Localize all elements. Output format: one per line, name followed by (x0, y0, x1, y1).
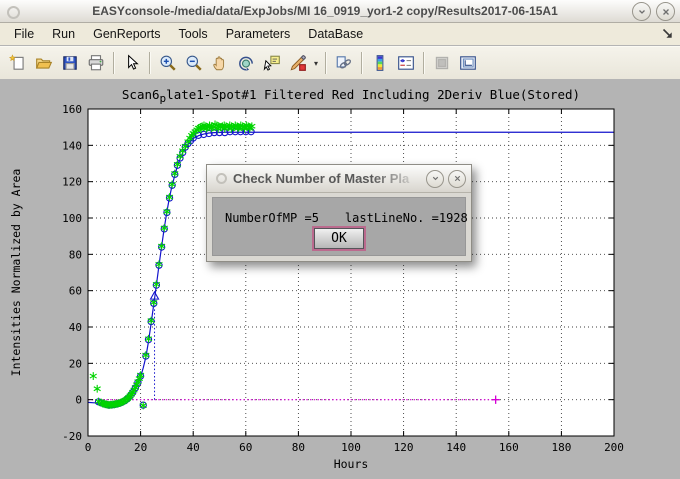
zoom-out-icon (185, 54, 203, 72)
menu-item-run[interactable]: Run (43, 24, 84, 44)
pointer-arrow-button[interactable] (119, 50, 145, 76)
toolbar-separator (423, 52, 425, 74)
colorbar-icon (371, 54, 389, 72)
svg-text:0: 0 (85, 441, 92, 454)
link-plots-icon (335, 54, 353, 72)
save-floppy-icon (61, 54, 79, 72)
titlebar[interactable]: EASYconsole-/media/data/ExpJobs/MI 16_09… (0, 0, 680, 23)
numberofmp-value: NumberOfMP =5 (225, 211, 319, 225)
svg-text:60: 60 (69, 285, 82, 298)
brush-icon (289, 54, 307, 72)
dialog-close-button[interactable] (448, 170, 466, 188)
toolbar-separator (361, 52, 363, 74)
zoom-in-button[interactable] (155, 50, 181, 76)
plottools-off-icon (433, 54, 451, 72)
legend-button[interactable] (393, 50, 419, 76)
link-plots-button[interactable] (331, 50, 357, 76)
x-axis-label: Hours (334, 457, 369, 471)
y-axis-label: Intensities Normalized by Area (9, 169, 23, 377)
svg-text:80: 80 (69, 248, 82, 261)
menu-item-database[interactable]: DataBase (299, 24, 372, 44)
ok-button[interactable]: OK (314, 228, 364, 249)
print-button[interactable] (83, 50, 109, 76)
svg-text:180: 180 (551, 441, 571, 454)
svg-text:40: 40 (187, 441, 200, 454)
svg-text:0: 0 (75, 394, 82, 407)
svg-text:100: 100 (62, 212, 82, 225)
plottools-on-button[interactable] (455, 50, 481, 76)
toolbar: ▾ (0, 46, 680, 80)
chevron-down-icon (637, 7, 647, 17)
toolbar-separator (325, 52, 327, 74)
data-cursor-button[interactable] (259, 50, 285, 76)
svg-text:160: 160 (62, 103, 82, 116)
data-cursor-icon (263, 54, 281, 72)
dock-arrow-icon[interactable] (662, 28, 673, 42)
dialog-title: Check Number of Master Pla (233, 171, 426, 186)
print-icon (87, 54, 105, 72)
window-menu-icon[interactable] (7, 6, 20, 19)
svg-text:120: 120 (394, 441, 414, 454)
new-document-icon (9, 54, 27, 72)
lastlineno-value: lastLineNo. =1928 (345, 211, 468, 225)
rotate-3d-button[interactable] (233, 50, 259, 76)
svg-text:160: 160 (499, 441, 519, 454)
svg-text:20: 20 (69, 357, 82, 370)
new-document-button[interactable] (5, 50, 31, 76)
svg-text:140: 140 (446, 441, 466, 454)
rotate-3d-icon (237, 54, 255, 72)
chevron-down-icon (431, 174, 440, 183)
save-floppy-button[interactable] (57, 50, 83, 76)
svg-text:60: 60 (239, 441, 252, 454)
legend-icon (397, 54, 415, 72)
svg-text:100: 100 (341, 441, 361, 454)
brush-button[interactable] (285, 50, 311, 76)
svg-text:80: 80 (292, 441, 305, 454)
chart-title: Scan6plate1-Spot#1 Filtered Red Includin… (122, 87, 580, 105)
colorbar-button[interactable] (367, 50, 393, 76)
menu-item-tools[interactable]: Tools (170, 24, 217, 44)
svg-text:20: 20 (134, 441, 147, 454)
open-folder-icon (35, 54, 53, 72)
pan-hand-icon (211, 54, 229, 72)
menu-item-file[interactable]: File (5, 24, 43, 44)
pointer-arrow-icon (123, 54, 141, 72)
figure-area: 020406080100120140160180200-200204060801… (0, 79, 680, 479)
menu-item-genreports[interactable]: GenReports (84, 24, 169, 44)
toolbar-separator (113, 52, 115, 74)
brush-dropdown-caret[interactable]: ▾ (311, 50, 321, 76)
close-button[interactable] (656, 2, 675, 21)
dialog-window-menu-icon[interactable] (216, 173, 227, 184)
svg-text:-20: -20 (62, 430, 82, 443)
svg-text:200: 200 (604, 441, 624, 454)
dialog-shade-button[interactable] (426, 170, 444, 188)
menubar: File Run GenReports Tools Parameters Dat… (0, 23, 680, 45)
open-folder-button[interactable] (31, 50, 57, 76)
shade-button[interactable] (632, 2, 651, 21)
chart: 020406080100120140160180200-200204060801… (0, 79, 680, 479)
pan-hand-button[interactable] (207, 50, 233, 76)
window-title: EASYconsole-/media/data/ExpJobs/MI 16_09… (30, 0, 620, 22)
dialog-check-number-of-master-plates: Check Number of Master Pla NumberOfMP =5… (206, 164, 472, 262)
toolbar-separator (149, 52, 151, 74)
svg-text:40: 40 (69, 321, 82, 334)
plottools-on-icon (459, 54, 477, 72)
menu-item-parameters[interactable]: Parameters (217, 24, 300, 44)
close-icon (661, 7, 671, 17)
svg-text:120: 120 (62, 176, 82, 189)
dialog-message: NumberOfMP =5 lastLineNo. =1928 (225, 211, 468, 225)
dialog-body: NumberOfMP =5 lastLineNo. =1928 OK (212, 197, 466, 256)
svg-text:140: 140 (62, 139, 82, 152)
plottools-off-button (429, 50, 455, 76)
dialog-titlebar[interactable]: Check Number of Master Pla (207, 165, 471, 193)
zoom-in-icon (159, 54, 177, 72)
close-icon (453, 174, 462, 183)
zoom-out-button[interactable] (181, 50, 207, 76)
